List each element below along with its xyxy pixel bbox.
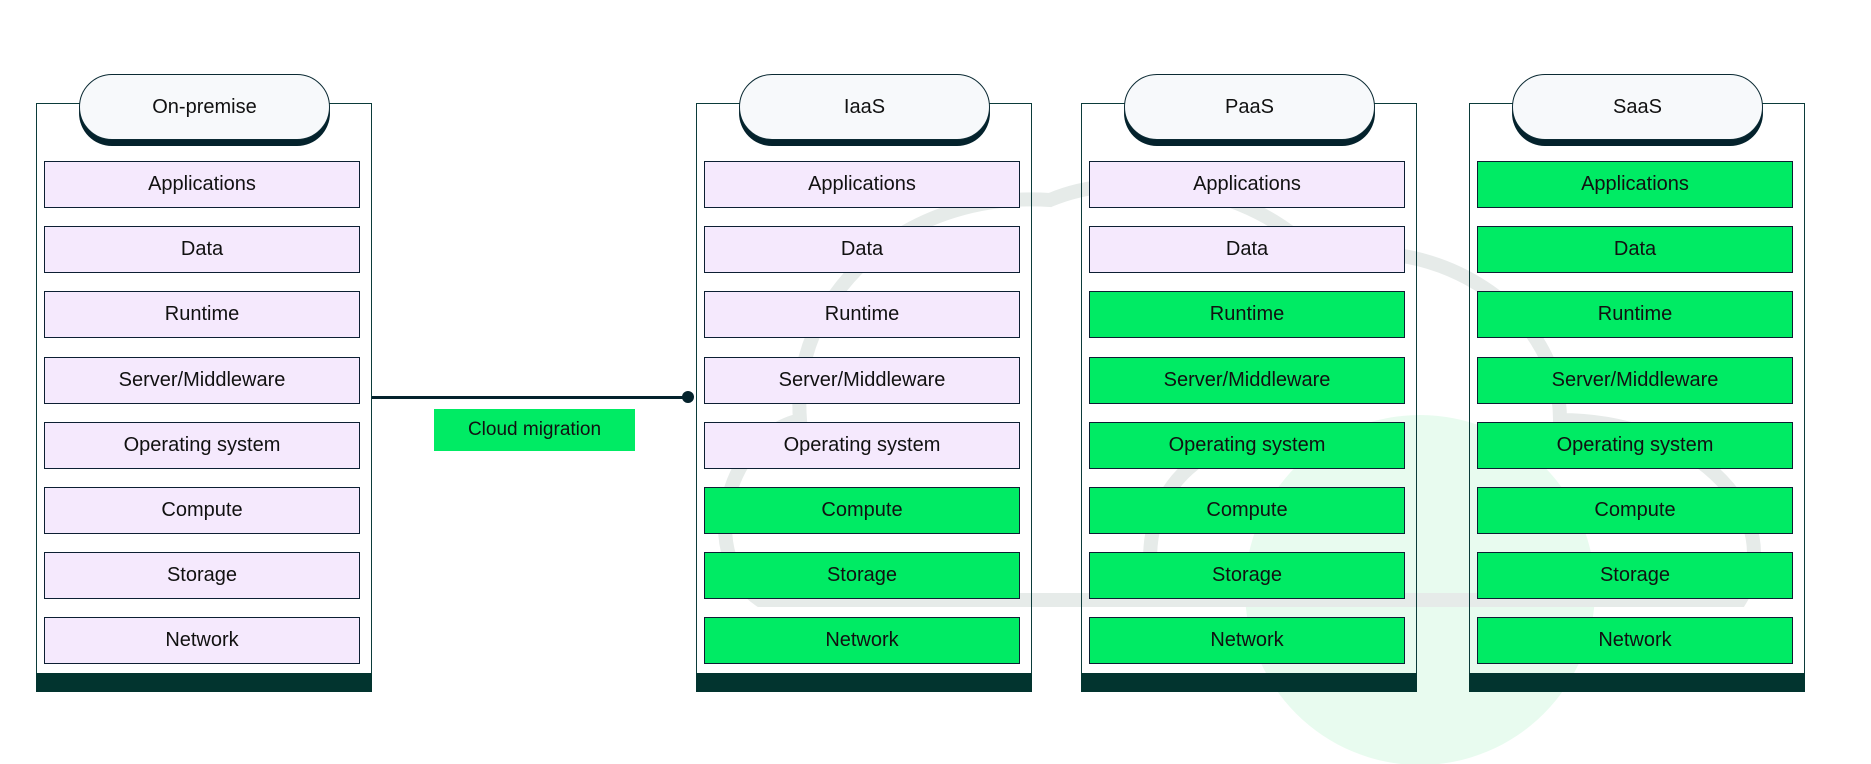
layer-server-middleware: Server/Middleware	[704, 356, 1020, 404]
layer-compute: Compute	[44, 487, 360, 534]
stack-column-saas: SaaS Applications Data Runtime Server/Middle…	[1469, 74, 1805, 692]
column-title: On-premise	[79, 74, 330, 140]
layer-network: Network	[44, 617, 360, 665]
layer-storage: Storage	[44, 552, 360, 600]
stack-column-iaas: IaaS Applications Data Runtime Server/Middle…	[696, 74, 1032, 692]
layer-operating-system: Operating system	[1477, 421, 1793, 469]
layer-storage: Storage	[1089, 552, 1405, 600]
migration-connector-line	[372, 396, 688, 399]
layer-server-middleware: Server/Middleware	[1477, 356, 1793, 404]
layer-data: Data	[1477, 226, 1793, 274]
cloud-migration-label: Cloud migration	[434, 409, 635, 451]
layer-server-middleware: Server/Middleware	[1089, 356, 1405, 404]
layer-operating-system: Operating system	[1089, 421, 1405, 469]
stack-column-paas: PaaS Applications Data Runtime Server/Middle…	[1081, 74, 1417, 692]
layer-compute: Compute	[704, 487, 1020, 534]
layer-network: Network	[1089, 617, 1405, 665]
layer-applications: Applications	[44, 161, 360, 208]
connector-endpoint-dot	[682, 391, 694, 403]
layer-runtime: Runtime	[1477, 291, 1793, 339]
layer-applications: Applications	[704, 161, 1020, 208]
column-base-band	[1469, 673, 1805, 692]
layer-network: Network	[1477, 617, 1793, 665]
layer-operating-system: Operating system	[704, 421, 1020, 469]
layer-runtime: Runtime	[44, 291, 360, 339]
layer-data: Data	[44, 226, 360, 274]
layer-data: Data	[704, 226, 1020, 274]
layer-runtime: Runtime	[1089, 291, 1405, 339]
column-base-band	[1081, 673, 1417, 692]
layer-compute: Compute	[1477, 487, 1793, 534]
layer-data: Data	[1089, 226, 1405, 274]
layer-storage: Storage	[1477, 552, 1793, 600]
layer-network: Network	[704, 617, 1020, 665]
layer-server-middleware: Server/Middleware	[44, 356, 360, 404]
layer-applications: Applications	[1477, 161, 1793, 208]
layer-storage: Storage	[704, 552, 1020, 600]
layer-applications: Applications	[1089, 161, 1405, 208]
column-title: PaaS	[1124, 74, 1375, 140]
layer-compute: Compute	[1089, 487, 1405, 534]
column-base-band	[36, 673, 372, 692]
column-base-band	[696, 673, 1032, 692]
layer-runtime: Runtime	[704, 291, 1020, 339]
column-title: IaaS	[739, 74, 990, 140]
column-title: SaaS	[1512, 74, 1763, 140]
layer-operating-system: Operating system	[44, 421, 360, 469]
stack-column-on-premise: On-premise Applications Data Runtime Server/…	[36, 74, 372, 692]
